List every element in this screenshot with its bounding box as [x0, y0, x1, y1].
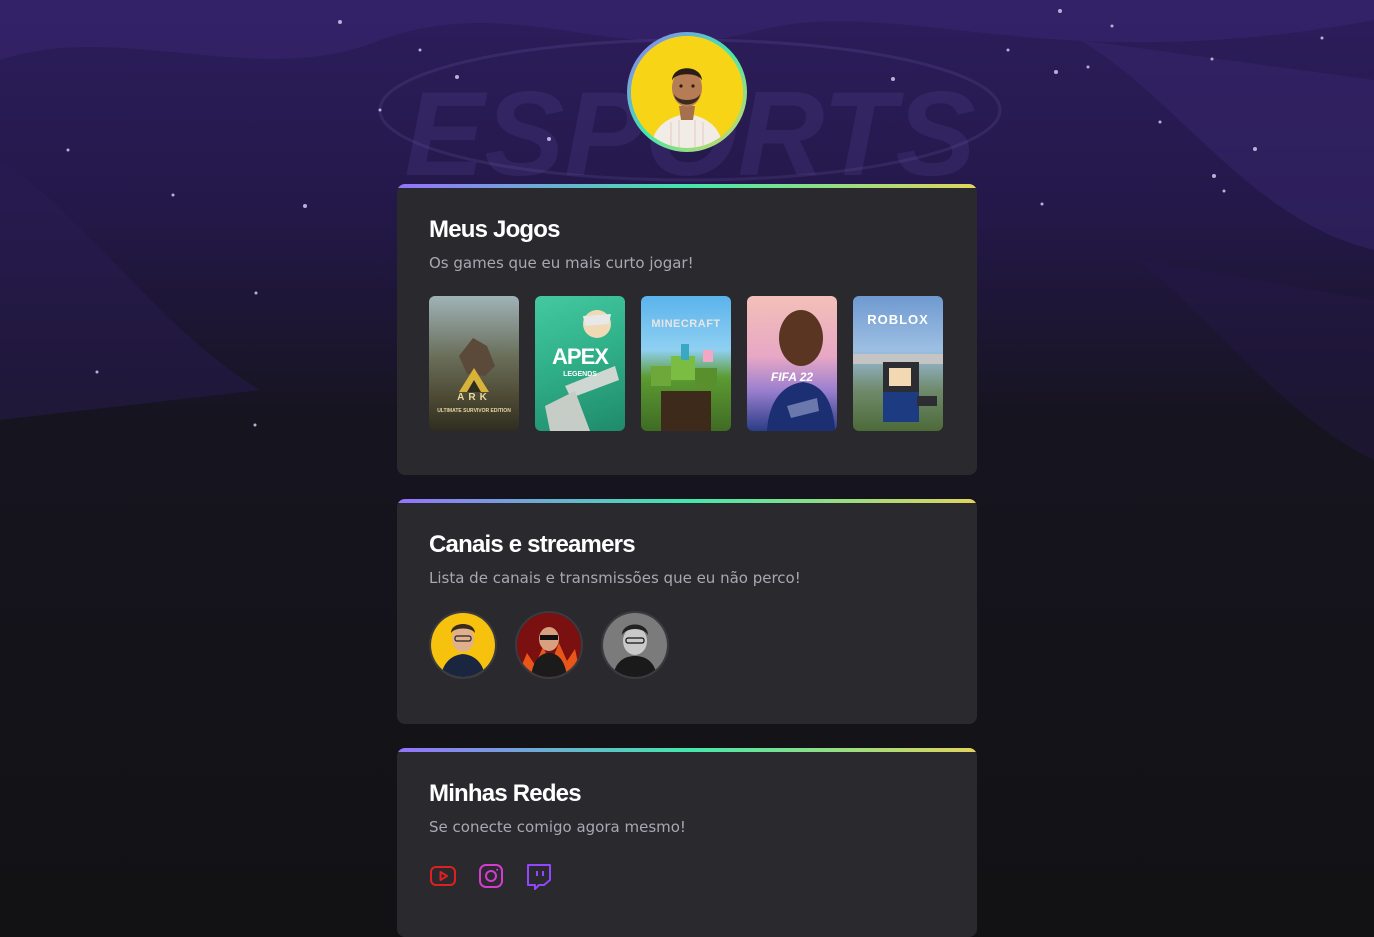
streamers-list	[429, 611, 669, 679]
game-title-apex: APEX	[552, 344, 609, 369]
games-card-title: Meus Jogos	[429, 216, 561, 243]
game-title-roblox: ROBLOX	[867, 312, 929, 327]
avatar-photo	[631, 36, 743, 148]
game-title-ark: ARK	[457, 392, 491, 403]
instagram-icon	[479, 864, 503, 888]
game-cover-roblox[interactable]: ROBLOX	[853, 296, 943, 431]
game-cover-fifa22[interactable]: FIFA 22	[747, 296, 837, 431]
streamers-card: Canais e streamers Lista de canais e tra…	[397, 499, 977, 724]
game-cover-ark[interactable]: ARK ULTIMATE SURVIVOR EDITION	[429, 296, 519, 431]
game-cover-apex[interactable]: APEX LEGENDS	[535, 296, 625, 431]
games-card-subtitle: Os games que eu mais curto jogar!	[429, 254, 694, 272]
streamers-card-subtitle: Lista de canais e transmissões que eu nã…	[429, 569, 801, 587]
streamer-avatar-2[interactable]	[515, 611, 583, 679]
streamer-avatar-1[interactable]	[429, 611, 497, 679]
youtube-icon	[430, 866, 456, 886]
profile-avatar	[627, 32, 747, 152]
game-edition-ark: ULTIMATE SURVIVOR EDITION	[437, 408, 511, 414]
games-card: Meus Jogos Os games que eu mais curto jo…	[397, 184, 977, 475]
games-list: ARK ULTIMATE SURVIVOR EDITION APEX LEGEN…	[429, 296, 943, 431]
instagram-link[interactable]	[477, 862, 505, 890]
socials-card-title: Minhas Redes	[429, 780, 582, 807]
streamers-card-title: Canais e streamers	[429, 531, 636, 558]
game-title-fifa22: FIFA 22	[770, 370, 814, 384]
streamer-avatar-3[interactable]	[601, 611, 669, 679]
socials-card: Minhas Redes Se conecte comigo agora mes…	[397, 748, 977, 937]
game-cover-minecraft[interactable]: MINECRAFT	[641, 296, 731, 431]
twitch-icon	[527, 864, 551, 890]
twitch-link[interactable]	[525, 862, 553, 890]
socials-card-subtitle: Se conecte comigo agora mesmo!	[429, 818, 686, 836]
game-edition-apex: LEGENDS	[563, 371, 597, 378]
game-title-minecraft: MINECRAFT	[651, 318, 721, 330]
youtube-link[interactable]	[429, 862, 457, 890]
social-links	[429, 862, 553, 890]
